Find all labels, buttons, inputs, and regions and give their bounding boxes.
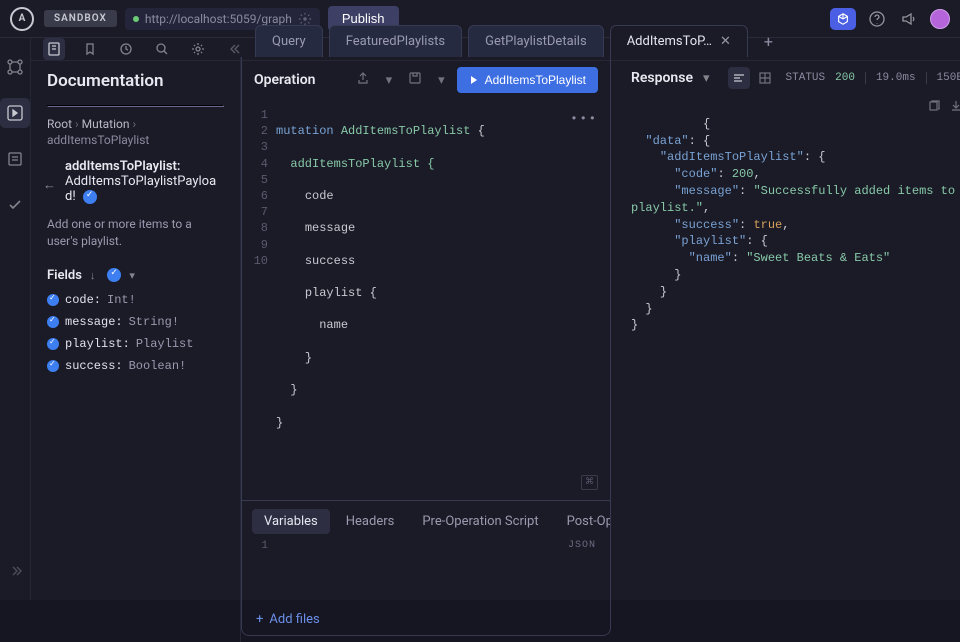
check-icon[interactable]: [47, 294, 59, 306]
bookmark-icon[interactable]: [79, 38, 101, 60]
documentation-panel: Documentation Root›Mutation› addItemsToP…: [31, 57, 241, 642]
history-icon[interactable]: [115, 38, 137, 60]
field-success[interactable]: success: Boolean!: [47, 359, 224, 373]
tab-query[interactable]: Query: [255, 25, 323, 57]
close-icon[interactable]: ✕: [720, 34, 731, 49]
left-rail: [0, 38, 31, 600]
kbd-hint: ⌘: [581, 475, 598, 489]
variables-panel: Variables Headers Pre-Operation Script P…: [242, 500, 610, 635]
check-icon[interactable]: [47, 316, 59, 328]
explorer-icon[interactable]: [0, 98, 30, 128]
apollo-logo: A: [10, 7, 34, 31]
field-playlist[interactable]: playlist: Playlist: [47, 337, 224, 351]
tab-preop[interactable]: Pre-Operation Script: [410, 509, 550, 534]
fields-header: Fields ↓ ▾: [47, 268, 224, 283]
tabs-row: Query FeaturedPlaylists GetPlaylistDetai…: [241, 25, 960, 57]
chevron-down-icon[interactable]: ▾: [434, 71, 449, 90]
breadcrumb-current: addItemsToPlaylist: [47, 133, 224, 147]
json-label: JSON: [568, 540, 596, 551]
add-files-button[interactable]: +Add files: [242, 604, 610, 635]
variables-editor[interactable]: 1 JSON: [242, 534, 610, 604]
tab-variables[interactable]: Variables: [252, 509, 330, 534]
check-icon[interactable]: [47, 360, 59, 372]
status-dot-icon: [133, 16, 139, 22]
announce-icon[interactable]: [898, 8, 920, 30]
url-text: http://localhost:5059/graph: [145, 12, 292, 26]
add-tab-button[interactable]: +: [754, 26, 783, 57]
check-all-icon[interactable]: [107, 268, 121, 282]
line-gutter: 12345678910: [242, 107, 276, 496]
check-badge-icon: [83, 190, 97, 204]
doc-heading: Documentation: [47, 71, 224, 91]
status-bar: STATUS 200 19.0ms 150B: [786, 72, 960, 84]
response-title: Response: [631, 70, 693, 86]
field-code[interactable]: code: Int!: [47, 293, 224, 307]
plus-icon: +: [256, 612, 263, 627]
tab-postop[interactable]: Post-Operation Script: [555, 509, 610, 534]
operation-panel: Operation ▾ ▾ AddItemsToPlaylist 1234567…: [241, 57, 611, 636]
checks-icon[interactable]: [0, 190, 30, 220]
run-button[interactable]: AddItemsToPlaylist: [457, 67, 598, 93]
check-icon[interactable]: [47, 338, 59, 350]
save-icon[interactable]: [404, 69, 426, 91]
sort-icon[interactable]: ↓: [90, 269, 96, 282]
back-arrow-icon[interactable]: ←: [43, 177, 56, 193]
schema-icon[interactable]: [0, 52, 30, 82]
chevron-down-icon[interactable]: ▾: [382, 71, 397, 90]
field-name: addItemsToPlaylist:: [65, 159, 224, 174]
operation-editor[interactable]: 12345678910 mutation AddItemsToPlaylist …: [242, 103, 610, 500]
copy-icon[interactable]: [927, 99, 941, 119]
format-icon[interactable]: [728, 67, 750, 89]
help-icon[interactable]: [866, 8, 888, 30]
tab-details[interactable]: GetPlaylistDetails: [468, 25, 604, 57]
chevron-down-icon[interactable]: ▾: [703, 71, 710, 86]
operation-title: Operation: [254, 72, 344, 88]
env-badge: SANDBOX: [44, 10, 117, 27]
tab-featured[interactable]: FeaturedPlaylists: [329, 25, 462, 57]
field-description: Add one or more items to a user's playli…: [47, 216, 224, 250]
search-icon[interactable]: [151, 38, 173, 60]
gear-icon[interactable]: [298, 12, 312, 26]
more-icon[interactable]: •••: [570, 111, 598, 127]
response-body[interactable]: { "data": { "addItemsToPlaylist": { "cod…: [625, 99, 960, 642]
tab-additems[interactable]: AddItemsToP…✕: [610, 25, 748, 57]
expand-rail-icon[interactable]: [0, 556, 30, 586]
code-body[interactable]: mutation AddItemsToPlaylist { addItemsTo…: [276, 107, 610, 496]
tab-headers[interactable]: Headers: [334, 509, 407, 534]
breadcrumb[interactable]: Root›Mutation›: [47, 117, 224, 131]
field-message[interactable]: message: String!: [47, 315, 224, 329]
subgraph-icon[interactable]: [0, 144, 30, 174]
settings-icon[interactable]: [187, 38, 209, 60]
response-panel: Response ▾ STATUS 200 19.0ms 150B: [625, 57, 960, 642]
share-icon[interactable]: [352, 69, 374, 91]
download-icon[interactable]: [949, 99, 960, 119]
collapse-icon[interactable]: [223, 38, 245, 60]
table-icon[interactable]: [754, 67, 776, 89]
chevron-down-icon[interactable]: ▾: [129, 269, 135, 282]
